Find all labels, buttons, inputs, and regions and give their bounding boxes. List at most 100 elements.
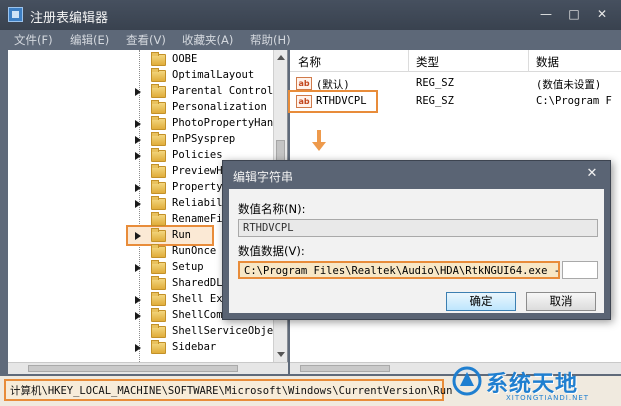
tree-item-label: PropertyS (172, 181, 229, 193)
watermark-site: XITONGTIANDI.NET (506, 394, 590, 402)
value-data-field-end[interactable] (562, 261, 598, 279)
tree-item-label: PnPSysprep (172, 133, 236, 145)
scroll-up-icon[interactable] (277, 55, 285, 60)
dialog-close-button[interactable]: ✕ (584, 166, 600, 182)
folder-icon (151, 84, 166, 98)
tree-item-label: Sidebar (172, 341, 217, 353)
folder-icon (151, 228, 166, 242)
tree-item-label: ShellComp (172, 309, 229, 321)
folder-icon (151, 212, 166, 226)
folder-icon (151, 100, 166, 114)
minimize-button[interactable]: — (536, 6, 556, 22)
tree-item-label: SharedDLL (172, 277, 229, 289)
tree-item-personalization[interactable]: Personalization (8, 100, 274, 116)
folder-icon (151, 292, 166, 306)
menu-bar: 文件(F) 编辑(E) 查看(V) 收藏夹(A) 帮助(H) (0, 30, 621, 50)
tree-item-label: Policies (172, 149, 223, 161)
folder-icon (151, 196, 166, 210)
value-data-field[interactable]: C:\Program Files\Realtek\Audio\HDA\RtkNG… (238, 261, 560, 279)
status-path: 计算机\HKEY_LOCAL_MACHINE\SOFTWARE\Microsof… (10, 385, 453, 397)
folder-icon (151, 148, 166, 162)
tree-horizontal-scrollbar[interactable] (8, 362, 288, 374)
watermark-logo-icon (452, 366, 482, 396)
expand-triangle-icon[interactable] (135, 136, 141, 144)
dialog-body: 数值名称(N): RTHDVCPL 数值数据(V): C:\Program Fi… (229, 189, 604, 313)
tree-item-pnpsysprep[interactable]: PnPSysprep (8, 132, 274, 148)
folder-icon (151, 276, 166, 290)
menu-edit[interactable]: 编辑(E) (70, 32, 109, 48)
tree-item-label: PreviewHa (172, 165, 229, 177)
expand-triangle-icon[interactable] (135, 312, 141, 320)
tree-item-label: Shell Ext (172, 293, 229, 305)
tree-item-label: ShellServiceObjec (172, 325, 280, 337)
rthdvcpl-highlight (288, 90, 378, 113)
expand-triangle-icon[interactable] (135, 200, 141, 208)
string-value-icon: ab (296, 77, 312, 90)
down-arrow-icon (312, 130, 326, 152)
column-divider[interactable] (408, 50, 409, 72)
menu-file[interactable]: 文件(F) (14, 32, 53, 48)
column-name[interactable]: 名称 (298, 54, 321, 70)
tree-item-label: OptimalLayout (172, 69, 255, 81)
tree-item-label: OOBE (172, 53, 198, 65)
watermark: 系统天地 XITONGTIANDI.NET (446, 362, 621, 406)
column-data[interactable]: 数据 (536, 54, 559, 70)
column-divider[interactable] (528, 50, 529, 72)
folder-icon (151, 260, 166, 274)
value-type: REG_SZ (416, 95, 454, 107)
column-type[interactable]: 类型 (416, 54, 439, 70)
tree-item-sidebar[interactable]: Sidebar (8, 340, 274, 356)
registry-editor-icon (8, 7, 23, 22)
value-data-label: 数值数据(V): (238, 244, 305, 258)
value-name-field[interactable]: RTHDVCPL (238, 219, 598, 237)
tree-item-shellserviceobjec[interactable]: ShellServiceObjec (8, 324, 279, 340)
tree-item-photopropertyhand[interactable]: PhotoPropertyHand (8, 116, 279, 132)
expand-triangle-icon[interactable] (135, 296, 141, 304)
folder-icon (151, 340, 166, 354)
folder-icon (151, 132, 166, 146)
tree-item-label: Setup (172, 261, 204, 273)
folder-icon (151, 116, 166, 130)
tree-item-label: Reliabili (172, 197, 229, 209)
tree-item-label: Run (172, 229, 191, 241)
folder-icon (151, 52, 166, 66)
tree-item-label: Personalization (172, 101, 267, 113)
maximize-button[interactable]: □ (564, 6, 584, 22)
menu-view[interactable]: 查看(V) (126, 32, 166, 48)
menu-help[interactable]: 帮助(H) (250, 32, 291, 48)
expand-triangle-icon[interactable] (135, 232, 141, 240)
expand-triangle-icon[interactable] (135, 120, 141, 128)
folder-icon (151, 68, 166, 82)
tree-item-optimallayout[interactable]: OptimalLayout (8, 68, 274, 84)
value-type: REG_SZ (416, 77, 454, 89)
expand-triangle-icon[interactable] (135, 184, 141, 192)
scroll-thumb[interactable] (28, 365, 238, 372)
expand-triangle-icon[interactable] (135, 88, 141, 96)
ok-button[interactable]: 确定 (446, 292, 516, 311)
tree-item-label: RenameFil (172, 213, 229, 225)
folder-icon (151, 308, 166, 322)
folder-icon (151, 324, 166, 338)
close-button[interactable]: ✕ (592, 6, 612, 22)
value-data: C:\Program F (536, 95, 612, 107)
menu-favorites[interactable]: 收藏夹(A) (182, 32, 233, 48)
tree-item-label: Parental Controls (172, 85, 280, 97)
value-data: (数值未设置) (536, 79, 602, 91)
folder-icon (151, 164, 166, 178)
folder-icon (151, 180, 166, 194)
list-header: 名称 类型 数据 (290, 50, 621, 72)
value-name-label: 数值名称(N): (238, 202, 306, 216)
cancel-button[interactable]: 取消 (526, 292, 596, 311)
tree-item-oobe[interactable]: OOBE (8, 52, 274, 68)
edit-string-dialog: 编辑字符串 ✕ 数值名称(N): RTHDVCPL 数值数据(V): C:\Pr… (222, 160, 611, 320)
tree-item-parental-controls[interactable]: Parental Controls (8, 84, 279, 100)
expand-triangle-icon[interactable] (135, 344, 141, 352)
tree-item-label: PhotoPropertyHand (172, 117, 280, 129)
dialog-title: 编辑字符串 (233, 170, 294, 184)
folder-icon (151, 244, 166, 258)
title-bar: 注册表编辑器 — □ ✕ (0, 0, 621, 30)
expand-triangle-icon[interactable] (135, 152, 141, 160)
scroll-down-icon[interactable] (277, 352, 285, 357)
scroll-thumb[interactable] (300, 365, 390, 372)
expand-triangle-icon[interactable] (135, 264, 141, 272)
